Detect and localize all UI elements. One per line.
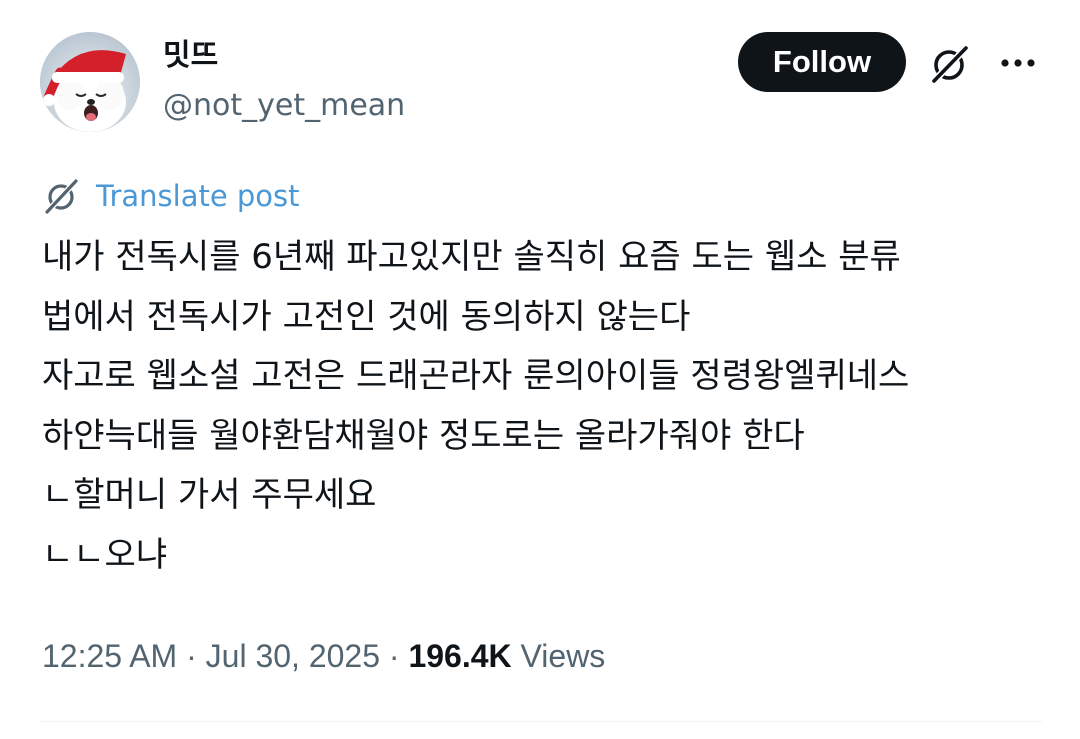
meta-separator: ·	[186, 638, 197, 674]
views-count[interactable]: 196.4K	[408, 638, 511, 674]
follow-button[interactable]: Follow	[738, 32, 906, 92]
translate-icon	[42, 176, 82, 216]
post-time[interactable]: 12:25 AM	[42, 638, 177, 674]
post-text-line: 법에서 전독시가 고전인 것에 동의하지 않는다	[42, 296, 691, 337]
post-text-line: ㄴㄴ오냐	[42, 534, 168, 575]
post-text-line: ㄴ할머니 가서 주무세요	[42, 475, 377, 515]
more-dots-icon[interactable]	[996, 46, 1040, 80]
avatar[interactable]	[40, 32, 140, 132]
post-text-line: 하얀늑대들 월야환담채월야 정도로는 올라가줘야 한다	[42, 415, 805, 456]
post-date[interactable]: Jul 30, 2025	[206, 638, 380, 674]
translate-post-link[interactable]: Translate post	[96, 176, 300, 216]
post-text: 내가 전독시를 6년째 파고있지만 솔직히 요즘 도는 웹소 분류 법에서 전독…	[42, 228, 1042, 585]
views-label: Views	[520, 638, 606, 674]
author-handle[interactable]: @not_yet_mean	[163, 86, 405, 126]
post-text-line: 내가 전독시를 6년째 파고있지만 솔직히 요즘 도는 웹소 분류	[42, 237, 901, 277]
post-meta: 12:25 AM · Jul 30, 2025 · 196.4K Views	[42, 634, 605, 678]
grok-icon[interactable]	[928, 42, 972, 86]
author-display-name[interactable]: 밋뜨	[163, 36, 218, 76]
meta-separator: ·	[388, 638, 400, 674]
avatar-image	[40, 32, 140, 132]
divider	[40, 721, 1042, 722]
post-text-line: 자고로 웹소설 고전은 드래곤라자 룬의아이들 정령왕엘퀴네스	[42, 356, 910, 396]
